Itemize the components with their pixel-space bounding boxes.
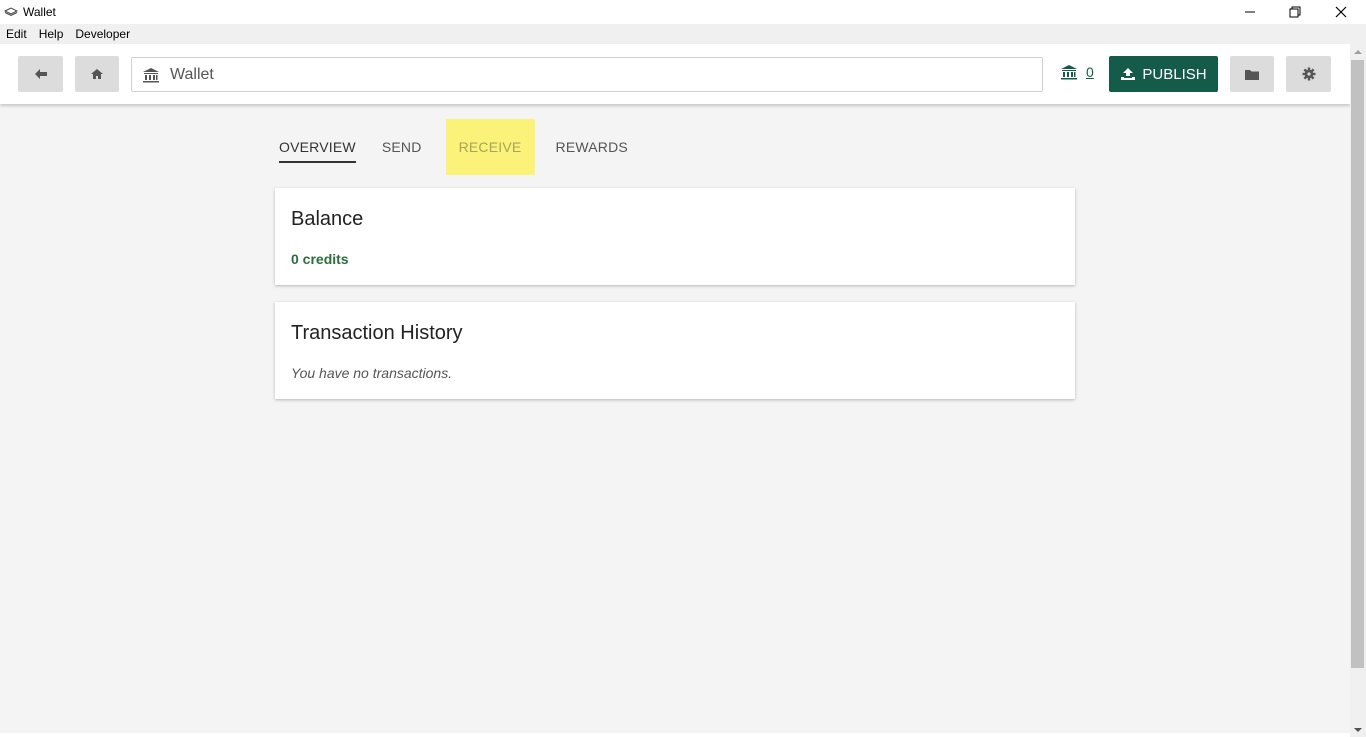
menu-help[interactable]: Help [33,27,70,41]
menu-bar: Edit Help Developer [0,24,1366,44]
restore-icon [1289,6,1301,18]
folder-icon [1245,69,1259,80]
tab-overview[interactable]: OVERVIEW [275,119,360,175]
home-button[interactable] [75,56,119,92]
app-logo-icon [4,7,18,17]
home-icon [91,69,103,79]
scroll-down-icon[interactable] [1350,723,1366,737]
address-text: Wallet [170,65,214,83]
bottom-edge [0,733,1350,737]
tab-receive[interactable]: RECEIVE [445,119,535,175]
title-bar: Wallet [0,0,1366,24]
arrow-left-icon [34,69,47,79]
publish-label: PUBLISH [1142,65,1207,83]
vertical-scrollbar[interactable] [1350,44,1366,737]
transaction-history-title: Transaction History [291,322,463,344]
empty-transactions-message: You have no transactions. [291,365,453,381]
credit-balance-link[interactable]: 0 [1060,64,1094,80]
close-icon [1335,6,1347,18]
restore-button[interactable] [1272,0,1318,24]
address-bar[interactable]: Wallet [131,57,1043,92]
close-button[interactable] [1318,0,1364,24]
wallet-tabs: OVERVIEW SEND RECEIVE REWARDS [275,119,649,175]
balance-title: Balance [291,208,364,230]
minimize-button[interactable] [1227,0,1273,24]
settings-button[interactable] [1286,56,1331,92]
credit-balance-value: 0 [1086,64,1094,80]
gear-icon [1302,67,1315,81]
minimize-icon [1245,11,1255,13]
transaction-history-card: Transaction History You have no transact… [275,302,1075,399]
bank-icon [1061,65,1077,80]
menu-edit[interactable]: Edit [0,27,33,41]
menu-developer[interactable]: Developer [69,27,136,41]
tab-send[interactable]: SEND [371,119,433,175]
publish-button[interactable]: PUBLISH [1109,56,1218,92]
bank-icon [143,67,159,82]
balance-value: 0 credits [291,251,349,267]
downloads-button[interactable] [1230,56,1274,92]
window-title: Wallet [23,5,56,19]
scrollbar-thumb[interactable] [1351,60,1364,668]
app-header: Wallet 0 PUBLISH [0,44,1350,104]
upload-icon [1121,68,1136,80]
back-button[interactable] [18,56,63,92]
tab-rewards[interactable]: REWARDS [535,119,649,175]
balance-card: Balance 0 credits [275,188,1075,285]
scroll-up-icon[interactable] [1350,45,1366,59]
